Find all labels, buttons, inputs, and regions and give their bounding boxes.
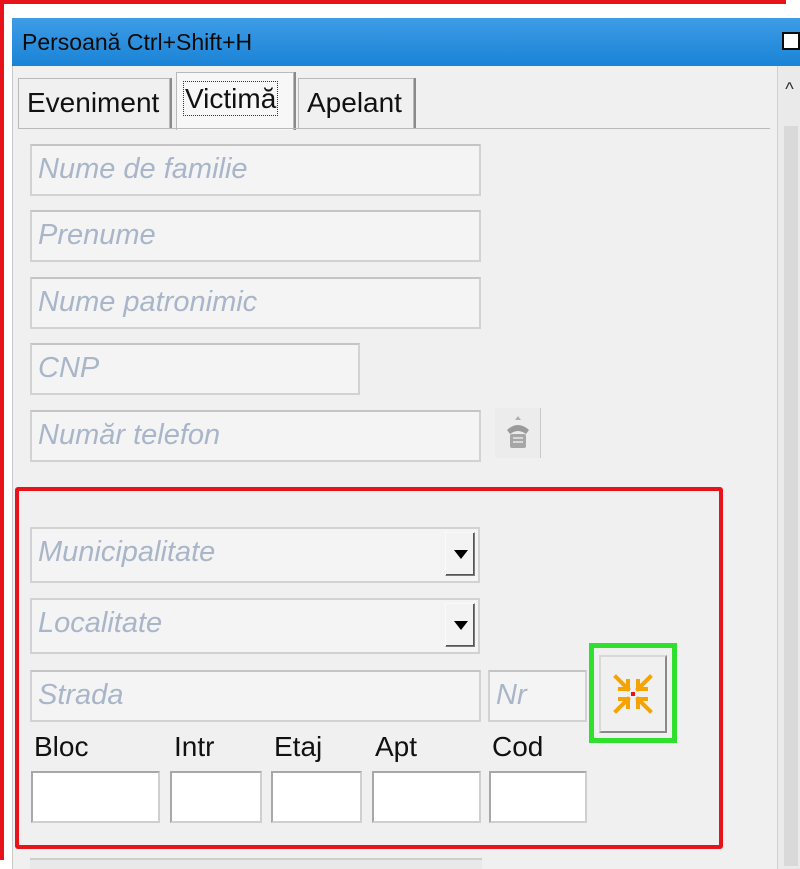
cnp-field[interactable]: CNP [30,343,360,395]
phone-lookup-button[interactable] [495,408,541,458]
phone-placeholder: Număr telefon [38,419,221,451]
municipality-dropdown-button[interactable] [445,532,475,576]
intr-input[interactable] [170,771,262,823]
next-field-partial [30,858,482,869]
tab-apelant-label: Apelant [307,87,402,118]
locate-address-button[interactable] [599,655,667,733]
person-form-window: Persoană Ctrl+Shift+H ^ Eveniment Victim… [0,0,800,869]
tab-victima-label: Victimă [182,81,279,116]
municipality-placeholder: Municipalitate [38,536,216,568]
cod-input[interactable] [489,771,587,823]
vertical-scrollbar[interactable]: ^ [777,66,800,869]
tab-eveniment[interactable]: Eveniment [18,78,170,128]
chevron-down-icon [454,621,468,630]
cnp-placeholder: CNP [38,352,100,384]
street-number-placeholder: Nr [496,679,527,711]
bloc-label: Bloc [34,731,89,762]
maximize-icon[interactable] [782,32,800,50]
street-number-field[interactable]: Nr [488,670,587,722]
street-placeholder: Strada [38,679,124,711]
locality-dropdown-button[interactable] [445,603,475,647]
apt-label: Apt [375,731,418,762]
tab-divider [18,128,770,129]
scroll-up-icon[interactable]: ^ [778,72,800,106]
tab-eveniment-label: Eveniment [27,87,160,118]
window-titlebar[interactable]: Persoană Ctrl+Shift+H [12,18,800,66]
tab-apelant[interactable]: Apelant [298,78,414,128]
cod-label: Cod [492,731,544,762]
locality-placeholder: Localitate [38,607,163,639]
phone-field[interactable]: Număr telefon [30,410,481,462]
street-field[interactable]: Strada [30,670,481,722]
bloc-input[interactable] [31,771,160,823]
patronymic-field[interactable]: Nume patronimic [30,277,481,329]
last-name-field[interactable]: Nume de familie [30,144,481,196]
collapse-arrows-icon [613,674,653,714]
last-name-placeholder: Nume de familie [38,153,248,185]
intr-label: Intr [174,731,215,762]
first-name-placeholder: Prenume [38,219,156,251]
first-name-field[interactable]: Prenume [30,210,481,262]
scroll-track[interactable] [784,126,798,866]
telephone-icon [507,416,529,448]
etaj-input[interactable] [271,771,362,823]
apt-input[interactable] [372,771,481,823]
patronymic-placeholder: Nume patronimic [38,286,258,318]
tab-victima[interactable]: Victimă [176,72,294,130]
etaj-label: Etaj [274,731,323,762]
chevron-down-icon [454,550,468,559]
locality-dropdown[interactable]: Localitate [30,598,480,654]
municipality-dropdown[interactable]: Municipalitate [30,527,480,583]
window-title: Persoană Ctrl+Shift+H [22,29,253,55]
